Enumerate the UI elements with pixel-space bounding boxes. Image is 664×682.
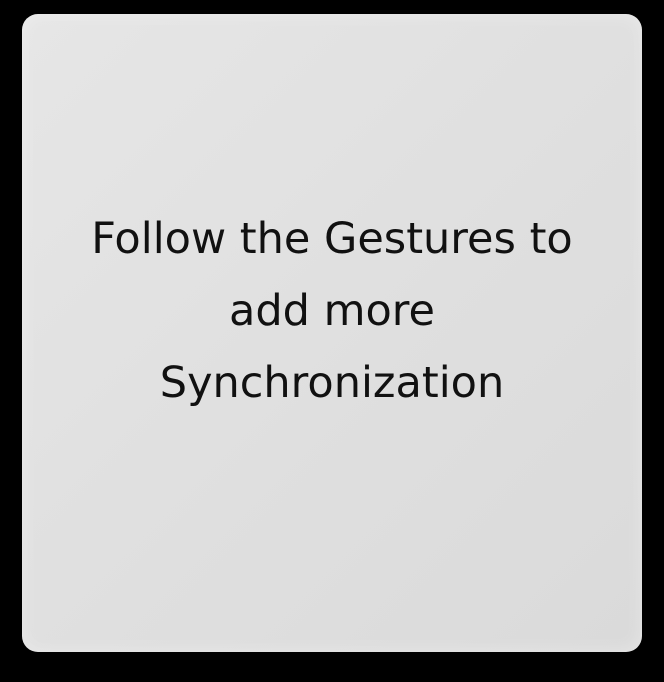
instruction-message: Follow the Gestures to add more Synchron…	[91, 214, 573, 408]
gesture-info-card: Follow the Gestures to add more Synchron…	[22, 14, 642, 652]
